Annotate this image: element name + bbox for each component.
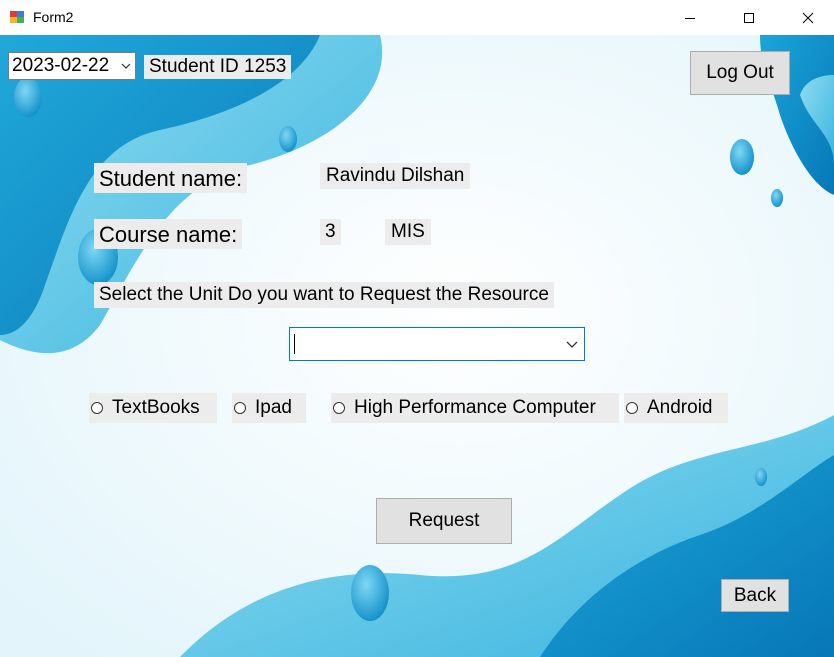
unit-select[interactable] <box>289 327 585 361</box>
date-value: 2023-02-22 <box>12 55 110 76</box>
title-bar: Form2 <box>0 0 834 35</box>
radio-label: High Performance Computer <box>354 397 596 418</box>
radio-label: TextBooks <box>112 397 200 418</box>
radio-circle-icon <box>91 402 103 414</box>
close-icon <box>802 12 814 23</box>
radio-ipad[interactable]: Ipad <box>232 393 306 423</box>
window-title: Form2 <box>33 9 74 25</box>
back-button[interactable]: Back <box>721 579 789 612</box>
student-name-value: Ravindu Dilshan <box>320 163 471 189</box>
chevron-down-icon <box>566 341 578 348</box>
radio-textbooks[interactable]: TextBooks <box>89 393 217 423</box>
minimize-button[interactable] <box>667 0 713 35</box>
course-name-value: MIS <box>385 219 431 245</box>
radio-label: Ipad <box>255 397 292 418</box>
maximize-button[interactable] <box>726 0 772 35</box>
form-client-area: 2023-02-22 Student ID 1253 Log Out Stude… <box>0 35 834 657</box>
course-id-value: 3 <box>320 219 341 245</box>
radio-high-performance-computer[interactable]: High Performance Computer <box>331 393 619 423</box>
app-icon <box>10 11 24 23</box>
date-picker[interactable]: 2023-02-22 <box>8 52 136 80</box>
course-name-label: Course name: <box>94 219 243 249</box>
radio-label: Android <box>647 397 713 418</box>
logout-button[interactable]: Log Out <box>690 51 790 95</box>
text-caret <box>294 334 295 354</box>
request-button[interactable]: Request <box>376 498 512 544</box>
maximize-icon <box>744 12 754 23</box>
radio-circle-icon <box>333 402 345 414</box>
radio-circle-icon <box>234 402 246 414</box>
close-button[interactable] <box>785 0 831 35</box>
minimize-icon <box>685 17 695 19</box>
student-name-label: Student name: <box>94 163 248 193</box>
radio-android[interactable]: Android <box>624 393 728 423</box>
radio-circle-icon <box>626 402 638 414</box>
unit-prompt-label: Select the Unit Do you want to Request t… <box>94 282 554 308</box>
student-id-label: Student ID 1253 <box>144 55 292 79</box>
chevron-down-icon <box>121 63 131 69</box>
